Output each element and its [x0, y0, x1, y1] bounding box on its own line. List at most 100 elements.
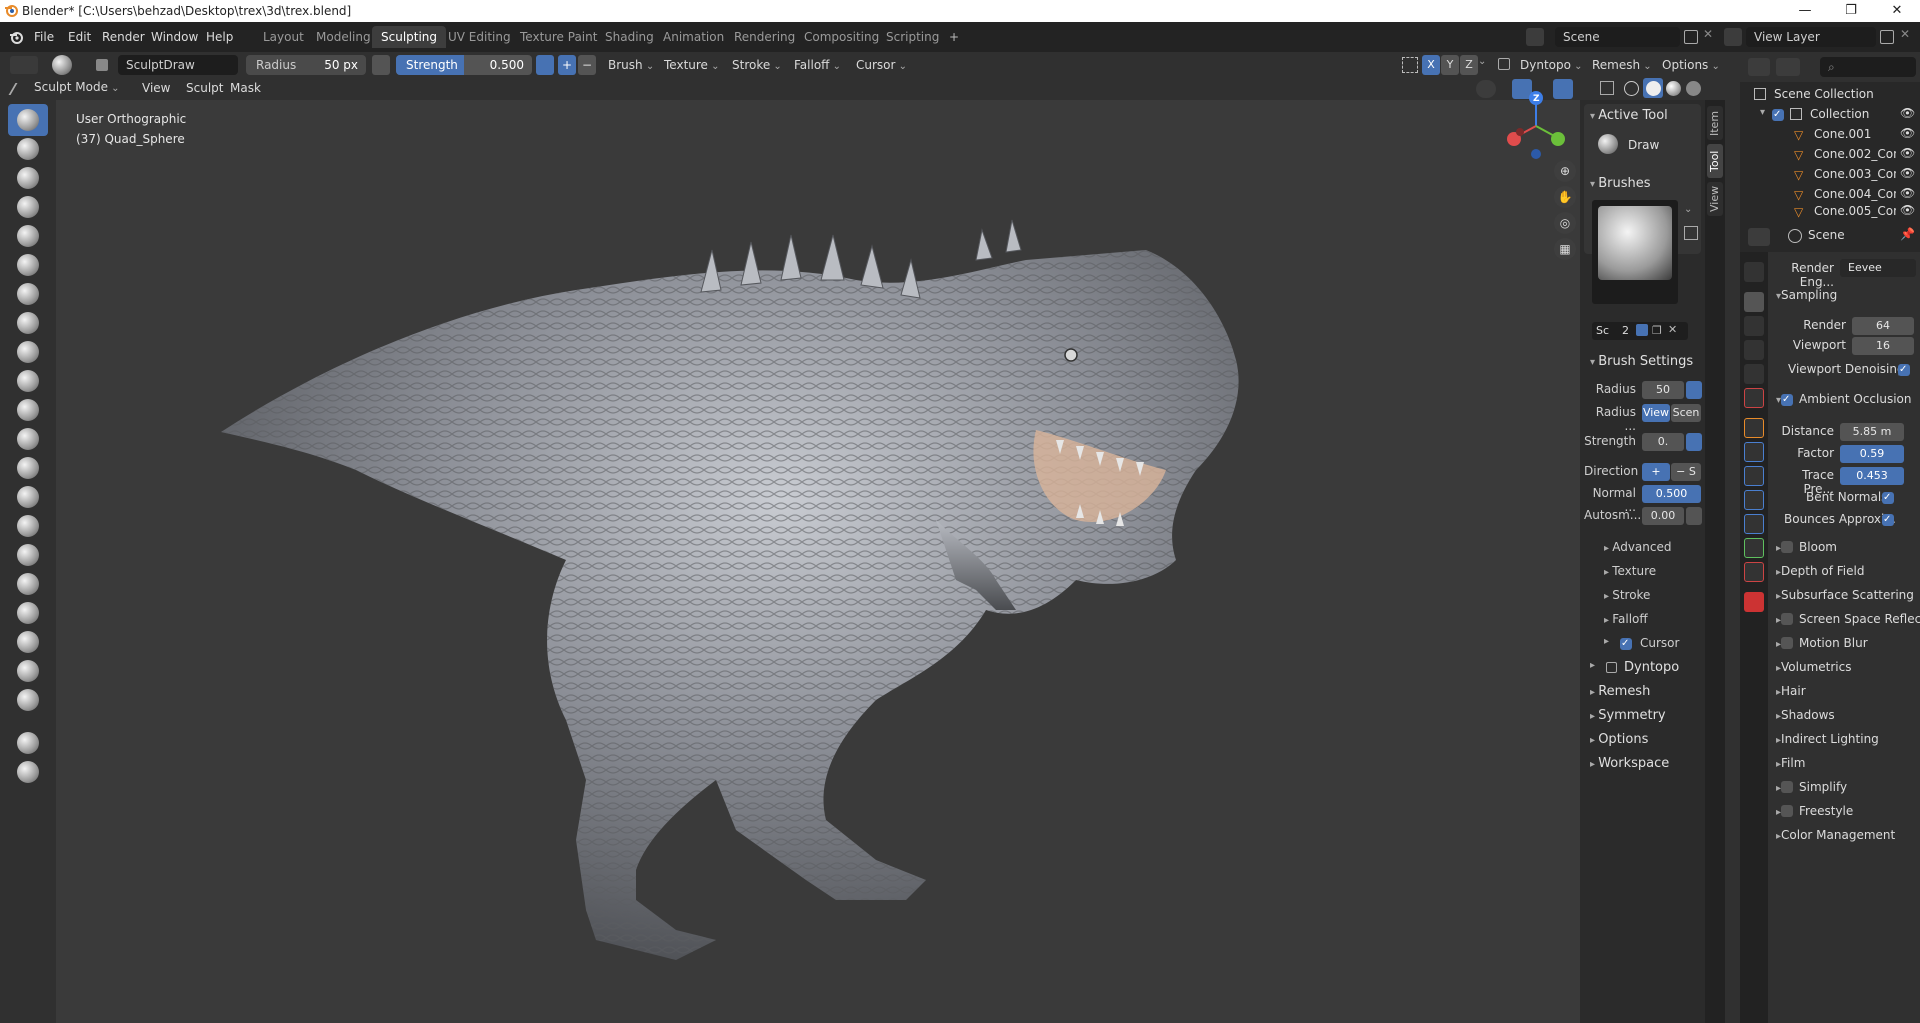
add-workspace-button[interactable]: + [940, 26, 968, 48]
render-section-color-management[interactable]: Color Management [1768, 828, 1920, 850]
sculpt-tool-button[interactable] [8, 539, 48, 571]
outliner-row[interactable]: ▽ Cone.002_Cone 👁 [1740, 146, 1920, 166]
editor-type-icon[interactable] [10, 56, 38, 74]
texture-dropdown[interactable]: Texture [658, 54, 726, 76]
render-section-bloom[interactable]: Bloom [1768, 540, 1920, 562]
strength-slider[interactable]: Strength 0.500 [396, 55, 532, 75]
scene-name-field[interactable]: Scene [1555, 27, 1680, 47]
tab-item[interactable]: Item [1707, 106, 1723, 140]
ambient-occlusion-checkbox[interactable] [1781, 394, 1794, 406]
eye-icon[interactable]: 👁 [1900, 186, 1915, 200]
menu-help[interactable]: Help [200, 28, 239, 46]
outliner-editor-icon[interactable] [1748, 58, 1770, 76]
tab-compositing[interactable]: Compositing [795, 26, 888, 48]
radius-pressure-icon[interactable] [372, 55, 390, 75]
texture-subpanel[interactable]: Texture [1604, 564, 1656, 578]
texture-props-icon[interactable] [1744, 592, 1764, 612]
tab-layout[interactable]: Layout [254, 26, 313, 48]
render-section-film[interactable]: Film [1768, 756, 1920, 778]
ambient-occlusion-section[interactable]: Ambient Occlusion [1768, 392, 1920, 414]
particles-props-icon[interactable] [1744, 466, 1764, 486]
sculpt-tool-button[interactable] [8, 510, 48, 542]
dyntopo-dropdown[interactable]: Dyntopo [1514, 54, 1589, 76]
tab-shading[interactable]: Shading [596, 26, 663, 48]
brush-name-field[interactable]: SculptDraw [118, 55, 238, 75]
properties-editor-icon[interactable] [1748, 228, 1770, 246]
remesh-dropdown[interactable]: Remesh [1586, 54, 1658, 76]
brush-dropdown[interactable]: Brush [602, 54, 660, 76]
draw-tool-button[interactable] [8, 104, 48, 136]
sculpt-tool-button[interactable] [8, 307, 48, 339]
delete-scene-icon[interactable]: ✕ [1703, 27, 1713, 41]
bent-normals-checkbox[interactable] [1882, 492, 1894, 504]
tab-animation[interactable]: Animation [654, 26, 733, 48]
grid-perspective-icon[interactable]: ▦ [1554, 238, 1576, 260]
distance-field[interactable]: 5.85 m [1840, 423, 1904, 441]
workspace-section[interactable]: Workspace [1590, 756, 1669, 771]
falloff-subpanel[interactable]: Falloff [1604, 612, 1647, 626]
3d-viewport[interactable]: User Orthographic (37) Quad_Sphere Z ⊕ ✋… [56, 91, 1580, 1023]
dyntopo-section[interactable]: Dyntopo [1624, 660, 1679, 675]
strength-field[interactable]: 0. [1642, 433, 1684, 451]
menu-mask[interactable]: Mask [224, 79, 267, 97]
mirror-z-button[interactable]: Z [1460, 55, 1478, 75]
brush-preview[interactable] [1592, 200, 1678, 304]
factor-field[interactable]: 0.59 [1840, 445, 1904, 463]
menu-render[interactable]: Render [96, 28, 151, 46]
menu-file[interactable]: File [28, 28, 60, 46]
dyntopo-checkbox[interactable] [1606, 662, 1617, 673]
sampling-section[interactable]: Sampling [1768, 288, 1920, 310]
view-layer-field[interactable]: View Layer [1746, 27, 1876, 47]
outliner-search-input[interactable]: ⌕ [1820, 57, 1916, 77]
sculpt-tool-button[interactable] [8, 249, 48, 281]
eye-icon[interactable]: 👁 [1900, 106, 1915, 120]
active-tool-header[interactable]: Active Tool [1590, 108, 1668, 123]
direction-subtract-button[interactable]: − S [1671, 463, 1701, 481]
world-props-icon[interactable] [1744, 388, 1764, 408]
sculpt-tool-button[interactable] [8, 452, 48, 484]
tool-props-icon[interactable] [1744, 262, 1764, 282]
scene-props-icon[interactable] [1744, 364, 1764, 384]
sculpt-tool-button[interactable] [8, 626, 48, 658]
outliner-row[interactable]: ▽ Cone.001 👁 [1740, 126, 1920, 146]
tab-rendering[interactable]: Rendering [725, 26, 804, 48]
unlink-brush-icon[interactable]: ✕ [1668, 323, 1677, 336]
xray-toggle-icon[interactable] [1600, 81, 1614, 95]
section-enable-checkbox[interactable] [1781, 781, 1794, 793]
options-section[interactable]: Options [1590, 732, 1648, 747]
render-section-volumetrics[interactable]: Volumetrics [1768, 660, 1920, 682]
brush-slot-name[interactable]: Sc [1596, 324, 1609, 337]
render-section-depth-of-field[interactable]: Depth of Field [1768, 564, 1920, 586]
render-samples-field[interactable]: 64 [1852, 317, 1914, 335]
radius-slider[interactable]: Radius 50 px [246, 55, 366, 75]
brush-expand-icon[interactable]: ⌄ [1684, 204, 1692, 215]
render-section-indirect-lighting[interactable]: Indirect Lighting [1768, 732, 1920, 754]
sculpt-tool-button[interactable] [8, 220, 48, 252]
solid-shading-icon[interactable] [1646, 81, 1661, 96]
trace-precision-field[interactable]: 0.453 [1840, 467, 1904, 485]
render-engine-dropdown[interactable]: Eevee [1840, 259, 1916, 277]
sculpt-tool-button[interactable] [8, 423, 48, 455]
outliner-row[interactable]: ▽ Cone.003_Cone 👁 [1740, 166, 1920, 186]
material-shading-icon[interactable] [1666, 81, 1681, 96]
sculpt-tool-button[interactable] [8, 278, 48, 310]
render-section-hair[interactable]: Hair [1768, 684, 1920, 706]
camera-icon[interactable]: ◎ [1554, 212, 1576, 234]
sculpt-tool-button[interactable] [8, 597, 48, 629]
strength-pressure-icon[interactable] [536, 55, 554, 75]
strength-pressure-icon[interactable] [1686, 433, 1702, 451]
eye-icon[interactable]: 👁 [1900, 203, 1915, 217]
cursor-checkbox[interactable] [1620, 638, 1632, 650]
bounces-approx-checkbox[interactable] [1882, 514, 1894, 526]
tab-modeling[interactable]: Modeling [307, 26, 380, 48]
delete-view-layer-icon[interactable]: ✕ [1900, 27, 1910, 41]
duplicate-brush-icon[interactable]: ❐ [1652, 324, 1662, 337]
stroke-subpanel[interactable]: Stroke [1604, 588, 1650, 602]
physics-props-icon[interactable] [1744, 490, 1764, 510]
remesh-section[interactable]: Remesh [1590, 684, 1650, 699]
tab-sculpting[interactable]: Sculpting [372, 26, 447, 48]
menu-view[interactable]: View [136, 79, 176, 97]
cursor-dropdown[interactable]: Cursor [850, 54, 913, 76]
direction-subtract-button[interactable]: − [578, 55, 596, 75]
menu-sculpt[interactable]: Sculpt [180, 79, 229, 97]
